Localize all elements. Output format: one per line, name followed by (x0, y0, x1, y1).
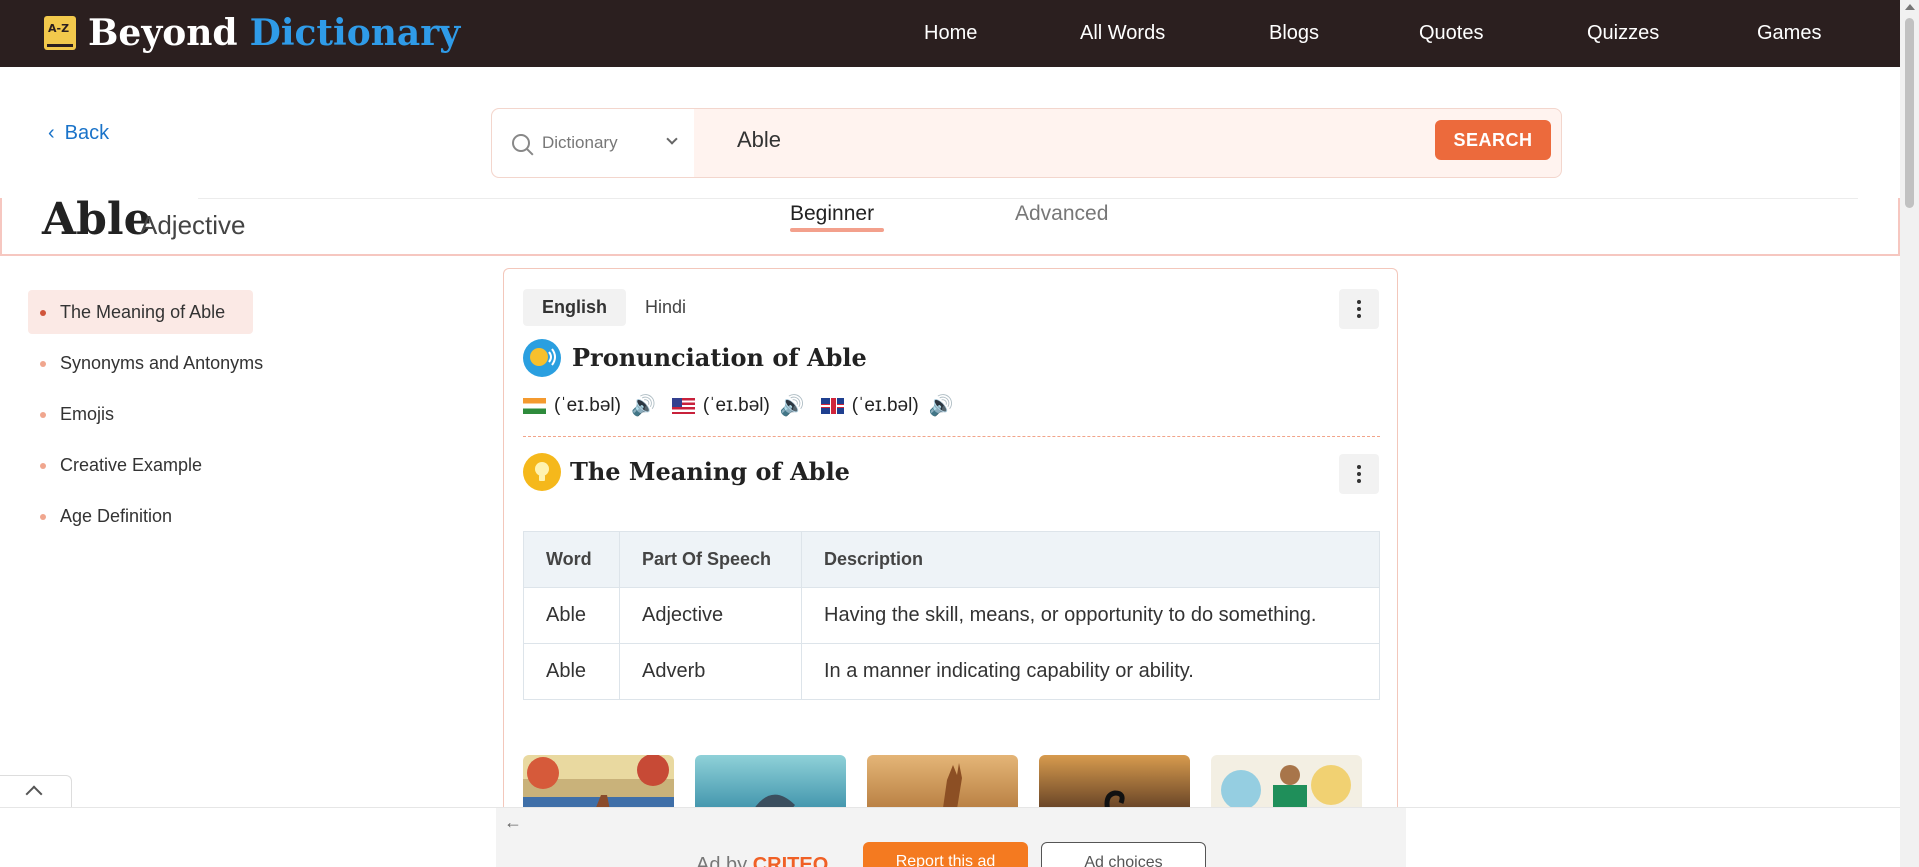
table-cell: In a manner indicating capability or abi… (801, 643, 1380, 700)
table-of-contents: The Meaning of Able Synonyms and Antonym… (28, 290, 288, 545)
table-row: Able Adverb In a manner indicating capab… (523, 643, 1380, 700)
speaker-icon[interactable]: 🔊 (780, 393, 805, 418)
search-input[interactable] (737, 127, 1387, 153)
gallery-image[interactable] (867, 755, 1018, 815)
definition-card: English Hindi Pronunciation of Able (ˈeɪ… (503, 268, 1398, 828)
table-header-row: Word Part Of Speech Description (523, 531, 1380, 588)
speaking-head-icon (523, 339, 561, 377)
gallery-image[interactable] (1039, 755, 1190, 815)
tab-beginner[interactable]: Beginner (790, 202, 874, 226)
chevron-up-icon (25, 785, 43, 803)
logo-word-beyond: Beyond (88, 12, 238, 54)
scroll-up-icon[interactable] (1905, 4, 1915, 10)
ad-by-label: Ad by (696, 854, 748, 867)
back-label: Back (64, 122, 110, 144)
report-ad-button[interactable]: Report this ad (863, 842, 1028, 867)
back-link[interactable]: ‹ Back (48, 122, 109, 145)
chevron-left-icon: ‹ (48, 122, 55, 144)
section-divider (523, 436, 1380, 437)
gallery-image[interactable] (1211, 755, 1362, 815)
word-title: Able (42, 194, 152, 245)
active-tab-indicator (790, 228, 884, 232)
tab-english[interactable]: English (523, 289, 627, 326)
language-tabs: English Hindi (523, 289, 705, 326)
toc-item-meaning[interactable]: The Meaning of Able (28, 290, 253, 334)
table-cell: Able (523, 643, 620, 700)
us-flag-icon (671, 397, 695, 414)
word-header: Able Adjective Beginner Advanced (0, 194, 1900, 256)
ad-banner: ← Ad by CRITEO Report this ad Ad choices (0, 807, 1900, 867)
search-bar: Dictionary SEARCH (491, 108, 1562, 178)
image-gallery (523, 755, 1383, 815)
table-cell: Adverb (619, 643, 802, 700)
toc-item-age-definition[interactable]: Age Definition (28, 494, 288, 538)
page-scrollbar[interactable] (1900, 0, 1919, 867)
scrollbar-thumb[interactable] (1905, 18, 1914, 208)
nav-games[interactable]: Games (1757, 22, 1821, 45)
pronunciation-title: Pronunciation of Able (572, 343, 867, 372)
table-cell: Adjective (619, 587, 802, 644)
more-options-icon[interactable] (1339, 289, 1379, 329)
logo-badge-text: A-Z (48, 22, 70, 35)
search-icon (512, 134, 530, 152)
category-label: Dictionary (542, 133, 618, 152)
ipa-us: (ˈeɪ.bəl) (702, 394, 770, 416)
ad-container: ← Ad by CRITEO Report this ad Ad choices (496, 808, 1406, 867)
speaker-icon[interactable]: 🔊 (929, 393, 954, 418)
category-dropdown[interactable]: Dictionary (492, 109, 694, 177)
logo-word-dictionary: Dictionary (249, 12, 461, 54)
lightbulb-icon (523, 453, 561, 491)
toc-item-creative-example[interactable]: Creative Example (28, 443, 288, 487)
nav-blogs[interactable]: Blogs (1269, 22, 1319, 45)
pronunciation-row: (ˈeɪ.bəl) 🔊 (ˈeɪ.bəl) 🔊 (ˈeɪ.bəl) 🔊 (523, 393, 970, 418)
speaker-icon[interactable]: 🔊 (631, 393, 656, 418)
table-cell: Having the skill, means, or opportunity … (801, 587, 1380, 644)
toc-item-synonyms[interactable]: Synonyms and Antonyms (28, 341, 288, 385)
ipa-india: (ˈeɪ.bəl) (554, 394, 621, 416)
gallery-image[interactable] (695, 755, 846, 815)
ad-brand: CRITEO (752, 854, 829, 867)
more-options-icon[interactable] (1339, 454, 1379, 494)
column-header: Part Of Speech (619, 531, 802, 588)
toc-item-emojis[interactable]: Emojis (28, 392, 288, 436)
nav-quotes[interactable]: Quotes (1419, 22, 1483, 45)
divider (198, 198, 1858, 199)
meaning-title: The Meaning of Able (570, 457, 850, 486)
ipa-uk: (ˈeɪ.bəl) (851, 394, 919, 416)
top-navigation-bar: A-Z Beyond Dictionary Home All Words Blo… (0, 0, 1900, 67)
india-flag-icon (523, 397, 546, 414)
nav-quizzes[interactable]: Quizzes (1587, 22, 1659, 45)
meaning-table: Word Part Of Speech Description Able Adj… (523, 531, 1380, 700)
gallery-image[interactable] (523, 755, 674, 815)
tab-hindi[interactable]: Hindi (626, 289, 705, 326)
search-button[interactable]: SEARCH (1435, 120, 1551, 160)
back-to-top-button[interactable] (0, 775, 72, 807)
ad-choices-button[interactable]: Ad choices (1041, 842, 1206, 867)
column-header: Word (523, 531, 620, 588)
chevron-down-icon (666, 133, 678, 145)
table-cell: Able (523, 587, 620, 644)
site-logo[interactable]: A-Z Beyond Dictionary (44, 12, 460, 54)
tab-advanced[interactable]: Advanced (1015, 202, 1108, 226)
arrow-left-icon[interactable]: ← (504, 812, 522, 833)
nav-home[interactable]: Home (924, 22, 977, 45)
ad-attribution: Ad by CRITEO (696, 854, 828, 867)
word-part-of-speech: Adjective (140, 210, 246, 240)
book-icon: A-Z (44, 16, 76, 50)
table-row: Able Adjective Having the skill, means, … (523, 587, 1380, 644)
nav-all-words[interactable]: All Words (1080, 22, 1165, 45)
uk-flag-icon (820, 397, 844, 414)
column-header: Description (801, 531, 1380, 588)
